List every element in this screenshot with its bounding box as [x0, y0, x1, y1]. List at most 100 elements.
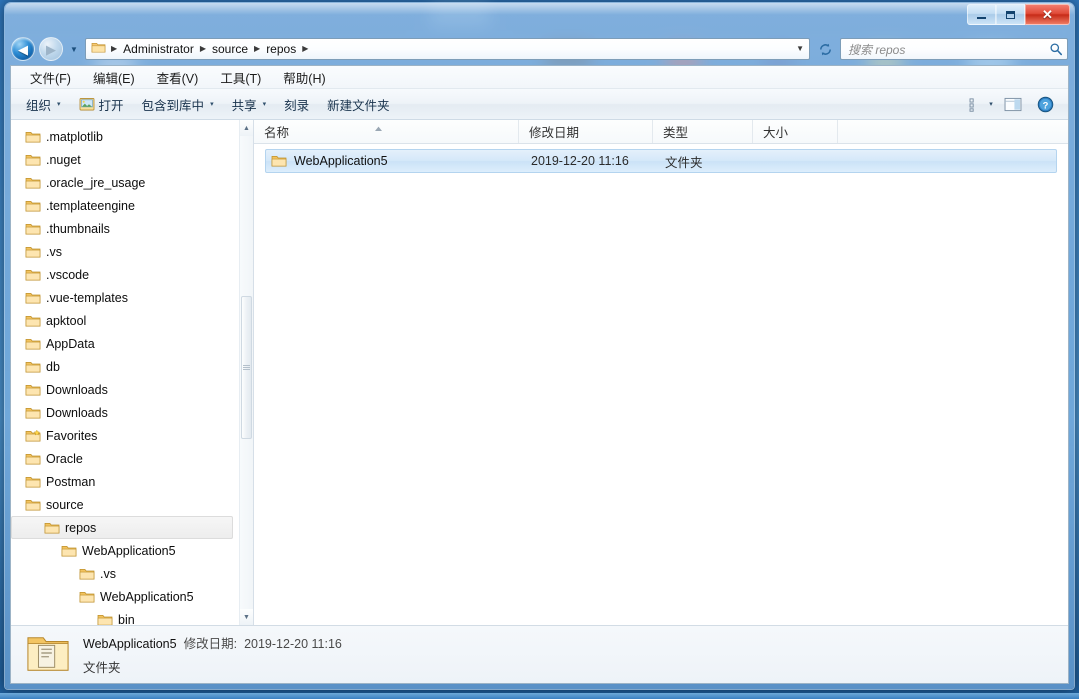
menu-item-help[interactable]: 帮助(H): [272, 66, 336, 89]
triangle-up-icon: ▲: [243, 124, 250, 132]
tree-item[interactable]: Downloads: [11, 378, 239, 401]
tree-item[interactable]: Favorites: [11, 424, 239, 447]
back-arrow-icon: ◀: [18, 41, 28, 57]
breadcrumb-item-source[interactable]: source: [209, 42, 251, 56]
taskbar-edge: [0, 693, 1079, 699]
breadcrumb-separator[interactable]: ▶: [199, 45, 207, 53]
tree-item[interactable]: .oracle_jre_usage: [11, 171, 239, 194]
forward-arrow-icon: ▶: [46, 41, 56, 57]
search-placeholder: 搜索 repos: [848, 42, 906, 57]
view-options-button[interactable]: ▾: [966, 92, 996, 116]
tree-item[interactable]: .vue-templates: [11, 286, 239, 309]
table-row[interactable]: WebApplication5 2019-12-20 11:16 文件夹: [265, 149, 1057, 173]
tree-item[interactable]: Oracle: [11, 447, 239, 470]
new-folder-button[interactable]: 新建文件夹: [318, 92, 399, 117]
tree-item[interactable]: .matplotlib: [11, 125, 239, 148]
preview-pane-icon: [1004, 97, 1022, 111]
tree-item[interactable]: db: [11, 355, 239, 378]
organize-button[interactable]: 组织 ▾: [17, 92, 70, 117]
tree-item[interactable]: WebApplication5: [11, 585, 239, 608]
include-in-library-button[interactable]: 包含到库中 ▾: [133, 92, 223, 117]
file-name-cell: WebApplication5: [266, 154, 531, 168]
breadcrumb[interactable]: ▶ Administrator ▶ source ▶ repos ▶ ▼: [85, 38, 810, 60]
view-options-icon: [969, 97, 985, 112]
tree-item[interactable]: Downloads: [11, 401, 239, 424]
tree-item[interactable]: bin: [11, 608, 239, 625]
tree-item[interactable]: .vs: [11, 562, 239, 585]
tree-item[interactable]: .vs: [11, 240, 239, 263]
tree-item-label: db: [46, 359, 60, 374]
folder-icon: [25, 269, 41, 281]
menu-item-view[interactable]: 查看(V): [146, 66, 210, 89]
folder-star-icon: [25, 429, 41, 442]
menu-item-file[interactable]: 文件(F): [19, 66, 82, 89]
close-button[interactable]: ✕: [1025, 4, 1070, 25]
column-header-size[interactable]: 大小: [753, 120, 838, 143]
column-header-label: 类型: [663, 126, 689, 140]
scroll-up-button[interactable]: ▲: [240, 120, 253, 136]
breadcrumb-separator[interactable]: ▶: [301, 45, 309, 53]
status-item-type: 文件夹: [83, 661, 121, 675]
tree-item-selected[interactable]: repos: [11, 516, 233, 539]
organize-label: 组织: [26, 98, 52, 113]
address-dropdown-icon[interactable]: ▼: [795, 45, 805, 53]
chevron-down-icon: ▼: [70, 44, 78, 54]
tree-item[interactable]: .templateengine: [11, 194, 239, 217]
tree-item[interactable]: .vscode: [11, 263, 239, 286]
status-line-primary: WebApplication5 修改日期: 2019-12-20 11:16: [83, 633, 342, 652]
breadcrumb-item-repos[interactable]: repos: [263, 42, 299, 56]
new-folder-label: 新建文件夹: [327, 98, 390, 113]
file-modified-cell: 2019-12-20 11:16: [531, 154, 629, 168]
column-header-modified[interactable]: 修改日期: [519, 120, 653, 143]
folder-icon: [271, 155, 287, 167]
scroll-down-button[interactable]: ▼: [240, 609, 253, 625]
tree-item[interactable]: apktool: [11, 309, 239, 332]
folder-icon: [25, 131, 41, 143]
column-header-name[interactable]: 名称: [254, 120, 519, 143]
chevron-down-icon: ▾: [210, 100, 214, 108]
breadcrumb-separator[interactable]: ▶: [253, 45, 261, 53]
folder-icon: [25, 453, 41, 465]
tree-item[interactable]: .nuget: [11, 148, 239, 171]
tree-item-label: apktool: [46, 313, 87, 328]
tree-item[interactable]: Postman: [11, 470, 239, 493]
burn-button[interactable]: 刻录: [275, 92, 318, 117]
svg-text:?: ?: [1042, 100, 1048, 111]
column-header-type[interactable]: 类型: [653, 120, 753, 143]
minimize-button[interactable]: [967, 4, 996, 25]
back-button[interactable]: ◀: [11, 37, 35, 61]
tree-item-label: .vscode: [46, 267, 90, 282]
tree-item-label: Downloads: [46, 405, 108, 420]
folder-icon: [25, 200, 41, 212]
scrollbar-thumb[interactable]: [241, 296, 252, 439]
open-button[interactable]: 打开: [70, 92, 133, 117]
maximize-button[interactable]: [996, 4, 1025, 25]
breadcrumb-separator: ▶: [111, 44, 118, 53]
tree-item-label: .oracle_jre_usage: [46, 175, 146, 190]
navigation-scrollbar[interactable]: ▲ ▼: [239, 120, 253, 625]
forward-button[interactable]: ▶: [39, 37, 63, 61]
search-input[interactable]: 搜索 repos: [840, 38, 1068, 60]
tree-item[interactable]: source: [11, 493, 239, 516]
folder-icon: [25, 499, 41, 511]
breadcrumb-item-administrator[interactable]: Administrator: [120, 42, 197, 56]
minimize-icon: [977, 16, 986, 19]
refresh-button[interactable]: [814, 38, 836, 60]
tree-item[interactable]: .thumbnails: [11, 217, 239, 240]
tree-item-label: bin: [118, 612, 135, 626]
share-button[interactable]: 共享 ▾: [223, 92, 276, 117]
menu-item-edit[interactable]: 编辑(E): [82, 66, 146, 89]
tree-item-label: .vs: [100, 566, 116, 581]
column-header-label: 修改日期: [529, 126, 580, 140]
tree-item[interactable]: AppData: [11, 332, 239, 355]
tree-item[interactable]: WebApplication5: [11, 539, 239, 562]
tree-item-label: WebApplication5: [100, 589, 194, 604]
maximize-icon: [1006, 10, 1015, 19]
menu-bar: 文件(F) 编辑(E) 查看(V) 工具(T) 帮助(H): [11, 66, 1068, 89]
tree-item-label: .templateengine: [46, 198, 135, 213]
menu-item-tools[interactable]: 工具(T): [209, 66, 272, 89]
recent-locations-button[interactable]: ▼: [67, 45, 81, 54]
preview-pane-button[interactable]: [998, 92, 1028, 116]
tree-item-label: Downloads: [46, 382, 108, 397]
help-button[interactable]: ?: [1030, 92, 1060, 116]
